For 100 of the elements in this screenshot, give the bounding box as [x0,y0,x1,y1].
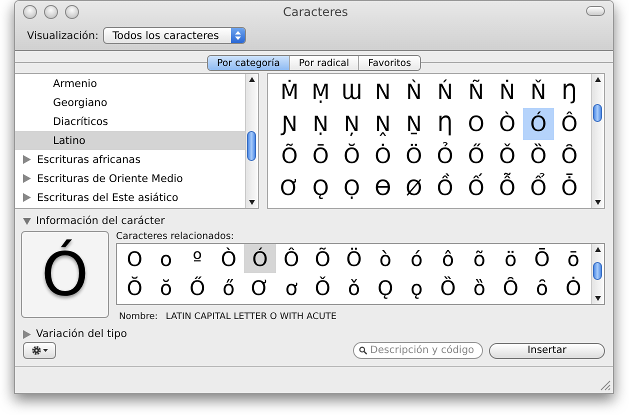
character-cell[interactable]: Ń [430,76,461,108]
character-cell[interactable]: Ǒ [492,140,523,172]
character-cell[interactable]: Ơ [244,273,276,302]
search-icon [359,346,368,355]
character-cell[interactable]: ȏ [526,273,558,302]
disclosure-triangle-icon[interactable] [23,330,31,338]
disclosure-triangle-icon[interactable] [23,174,31,183]
section-heading: Variación del tipo [36,328,128,340]
character-cell[interactable]: Ó [522,108,554,140]
character-cell[interactable]: Ố [460,172,492,204]
category-group[interactable]: Escrituras africanas [15,150,245,169]
character-cell[interactable]: Ṉ [398,108,430,140]
character-cell[interactable]: Ō [305,140,336,172]
category-group[interactable]: Escrituras de Oriente Medio [15,169,245,188]
character-cell[interactable]: Õ [307,244,338,273]
character-cell[interactable]: Ó [244,244,276,273]
character-cell[interactable]: Ɵ [367,172,398,204]
character-cell[interactable]: ő [213,273,244,302]
character-cell[interactable]: Ŏ [119,273,150,302]
character-cell[interactable]: Ò [492,108,523,140]
character-cell[interactable]: Ọ [336,172,368,204]
character-cell[interactable]: N [367,76,398,108]
character-cell[interactable]: ó [401,244,432,273]
character-cell[interactable]: Ǒ [307,273,338,302]
character-cell[interactable]: Ồ [430,172,461,204]
character-cell[interactable]: Ō [526,244,558,273]
character-cell[interactable]: Ñ [460,76,492,108]
character-cell[interactable]: Ņ [336,108,368,140]
category-group[interactable]: Escrituras del Este asiático [15,188,245,207]
search-field[interactable]: Descripción y código [353,342,483,359]
toolbar-toggle-button[interactable] [586,6,605,16]
category-item[interactable]: Georgiano [15,93,245,112]
character-cell[interactable]: Ò [213,244,244,273]
character-cell[interactable]: Ô [276,244,307,273]
character-cell[interactable]: ò [370,244,401,273]
character-cell[interactable]: Ö [338,244,370,273]
character-cell[interactable]: Ṋ [367,108,398,140]
character-cell[interactable]: ȍ [464,273,495,302]
tab[interactable]: Por radical [288,56,358,70]
character-cell[interactable]: Ȱ [554,172,585,204]
character-cell[interactable]: Ṁ [274,76,306,108]
character-cell[interactable]: ơ [276,273,307,302]
view-popup-button[interactable]: Todos los caracteres [102,27,246,44]
character-cell[interactable]: Ȯ [558,273,589,302]
minimize-button[interactable] [44,5,58,19]
category-item[interactable]: Latino [15,131,245,150]
character-cell[interactable]: Ǹ [398,76,430,108]
character-cell[interactable]: Õ [274,140,306,172]
character-cell[interactable]: Ȯ [367,140,398,172]
character-cell[interactable]: ŏ [150,273,182,302]
character-cell[interactable]: Ɯ [336,76,368,108]
character-cell[interactable]: Ȏ [554,140,585,172]
close-button[interactable] [23,5,37,19]
action-menu-button[interactable] [23,342,56,359]
category-item[interactable]: Diacríticos [15,112,245,131]
character-cell[interactable]: Ỗ [492,172,523,204]
character-cell[interactable]: O [460,108,492,140]
character-cell[interactable]: Ơ [274,172,306,204]
character-cell[interactable]: Ø [398,172,430,204]
disclosure-triangle-icon[interactable] [23,216,31,226]
insert-button[interactable]: Insertar [489,342,605,358]
disclosure-triangle-icon[interactable] [23,155,31,164]
character-cell[interactable]: Ȍ [522,140,554,172]
character-cell[interactable]: Ö [398,140,430,172]
character-cell[interactable]: Ổ [522,172,554,204]
resize-grip-icon[interactable] [600,380,611,391]
character-cell[interactable]: Ṃ [305,76,336,108]
character-cell[interactable]: Ƞ [430,108,461,140]
character-cell[interactable]: Ǫ [305,172,336,204]
character-cell[interactable]: o [150,244,182,273]
disclosure-triangle-icon[interactable] [23,193,31,202]
character-cell[interactable]: Ô [554,108,585,140]
character-cell[interactable]: ǫ [401,273,432,302]
character-cell[interactable]: Ŋ [554,76,585,108]
character-cell[interactable]: Ǫ [370,273,401,302]
character-cell[interactable]: º [182,244,213,273]
category-item[interactable]: Armenio [15,74,245,93]
character-cell[interactable]: Ő [460,140,492,172]
character-cell[interactable]: ô [432,244,464,273]
tab[interactable]: Favoritos [358,56,420,70]
scroll-bar[interactable] [591,244,604,304]
character-cell[interactable]: O [119,244,150,273]
tab[interactable]: Por categoría [208,56,289,70]
character-cell[interactable]: Ɲ [274,108,306,140]
character-cell[interactable]: õ [464,244,495,273]
scroll-bar[interactable] [591,74,604,208]
character-cell[interactable]: Ő [182,273,213,302]
scroll-bar[interactable] [245,74,258,208]
character-cell[interactable]: Ṇ [305,108,336,140]
character-cell[interactable]: Ň [522,76,554,108]
character-cell[interactable]: Ỏ [430,140,461,172]
character-cell[interactable]: ǒ [338,273,370,302]
character-cell[interactable]: ō [558,244,589,273]
character-cell[interactable]: Ȏ [495,273,526,302]
zoom-button[interactable] [65,5,79,19]
character-cell[interactable]: ö [495,244,526,273]
character-cell[interactable]: Ṅ [492,76,523,108]
character-cell[interactable]: Ŏ [336,140,368,172]
character-cell[interactable]: Ȍ [432,273,464,302]
character-name: LATIN CAPITAL LETTER O WITH ACUTE [166,312,337,322]
